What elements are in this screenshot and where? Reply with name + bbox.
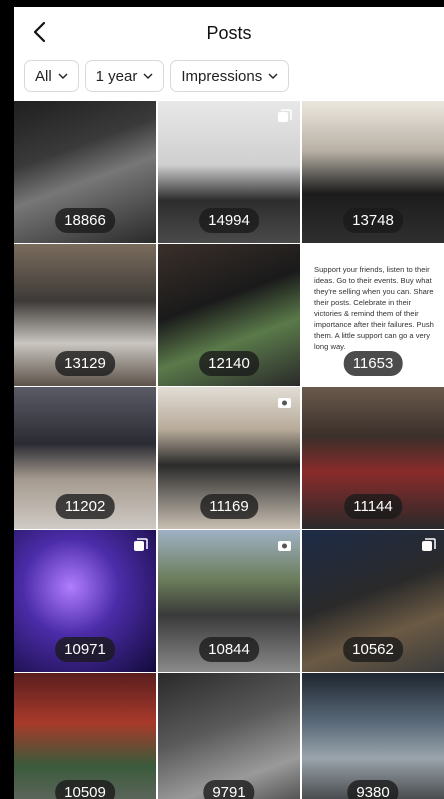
carousel-icon bbox=[422, 538, 436, 551]
impressions-count: 10844 bbox=[199, 637, 259, 662]
filter-type-label: All bbox=[35, 67, 52, 85]
post-tile[interactable]: Support your friends, listen to their id… bbox=[302, 244, 444, 386]
post-tile[interactable]: 18866 bbox=[14, 101, 156, 243]
filter-period-label: 1 year bbox=[95, 67, 138, 85]
impressions-count: 13129 bbox=[55, 351, 115, 376]
post-tile[interactable]: 11144 bbox=[302, 387, 444, 529]
impressions-count: 11202 bbox=[55, 494, 115, 519]
post-tile[interactable]: 10562 bbox=[302, 530, 444, 672]
post-tile[interactable]: 11169 bbox=[158, 387, 300, 529]
post-tile[interactable]: 14994 bbox=[158, 101, 300, 243]
post-tile[interactable]: 10844 bbox=[158, 530, 300, 672]
post-tile[interactable]: 12140 bbox=[158, 244, 300, 386]
video-icon bbox=[278, 398, 291, 408]
impressions-count: 18866 bbox=[55, 208, 115, 233]
impressions-count: 9791 bbox=[203, 780, 255, 799]
filter-type[interactable]: All bbox=[24, 60, 79, 92]
filter-metric-label: Impressions bbox=[181, 67, 263, 85]
post-tile[interactable]: 13748 bbox=[302, 101, 444, 243]
impressions-count: 11169 bbox=[200, 494, 258, 519]
post-caption-text: Support your friends, listen to their id… bbox=[314, 265, 434, 351]
post-tile[interactable]: 11202 bbox=[14, 387, 156, 529]
impressions-count: 11653 bbox=[343, 351, 403, 376]
posts-grid: 18866 14994 13748 13129 12140 Support yo… bbox=[14, 101, 444, 799]
video-icon bbox=[278, 541, 291, 551]
posts-screen: Posts All 1 year Impressions 18866 14994… bbox=[14, 7, 444, 799]
impressions-count: 14994 bbox=[199, 208, 259, 233]
post-tile[interactable]: 10971 bbox=[14, 530, 156, 672]
filter-metric[interactable]: Impressions bbox=[170, 60, 290, 92]
impressions-count: 10562 bbox=[343, 637, 403, 662]
impressions-count: 10509 bbox=[55, 780, 115, 799]
post-tile[interactable]: 13129 bbox=[14, 244, 156, 386]
header: Posts bbox=[14, 7, 444, 59]
impressions-count: 10971 bbox=[55, 637, 115, 662]
chevron-down-icon bbox=[143, 73, 153, 79]
page-title: Posts bbox=[206, 22, 252, 43]
impressions-count: 12140 bbox=[199, 351, 259, 376]
chevron-down-icon bbox=[268, 73, 278, 79]
post-tile[interactable]: 10509 bbox=[14, 673, 156, 799]
carousel-icon bbox=[134, 538, 148, 551]
impressions-count: 13748 bbox=[343, 208, 403, 233]
back-button[interactable] bbox=[26, 19, 52, 45]
post-tile[interactable]: 9791 bbox=[158, 673, 300, 799]
filter-bar: All 1 year Impressions bbox=[14, 59, 444, 93]
impressions-count: 11144 bbox=[344, 494, 402, 519]
filter-period[interactable]: 1 year bbox=[84, 60, 165, 92]
back-arrow-icon bbox=[33, 21, 46, 43]
chevron-down-icon bbox=[58, 73, 68, 79]
post-tile[interactable]: 9380 bbox=[302, 673, 444, 799]
carousel-icon bbox=[278, 109, 292, 122]
impressions-count: 9380 bbox=[347, 780, 399, 799]
